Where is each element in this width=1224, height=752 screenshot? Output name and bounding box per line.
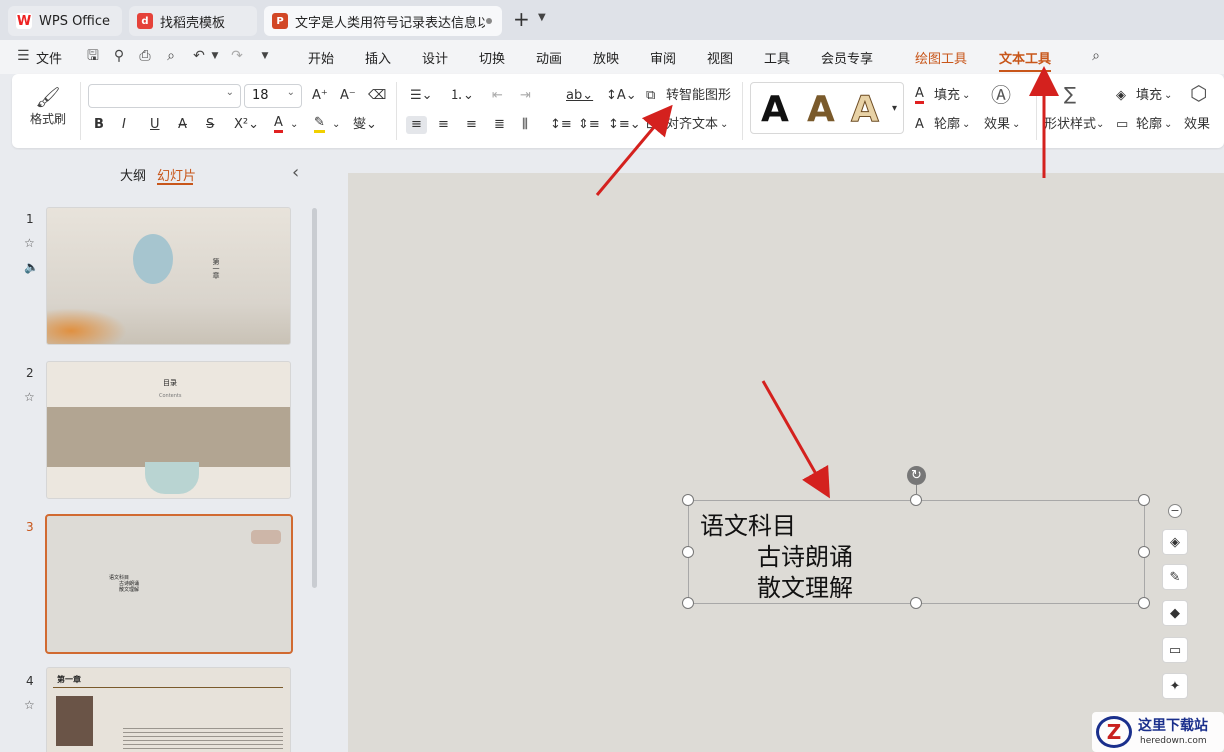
watermark-url: heredown.com — [1140, 736, 1207, 746]
watermark-text: 这里下载站 — [1138, 718, 1208, 734]
arrow-to-textbox — [761, 380, 830, 499]
annotation-arrows — [595, 66, 1059, 499]
watermark-logo-icon: Z — [1096, 716, 1132, 748]
arrow-to-smart-shape — [595, 104, 673, 196]
watermark: Z 这里下载站 heredown.com — [1092, 712, 1224, 752]
